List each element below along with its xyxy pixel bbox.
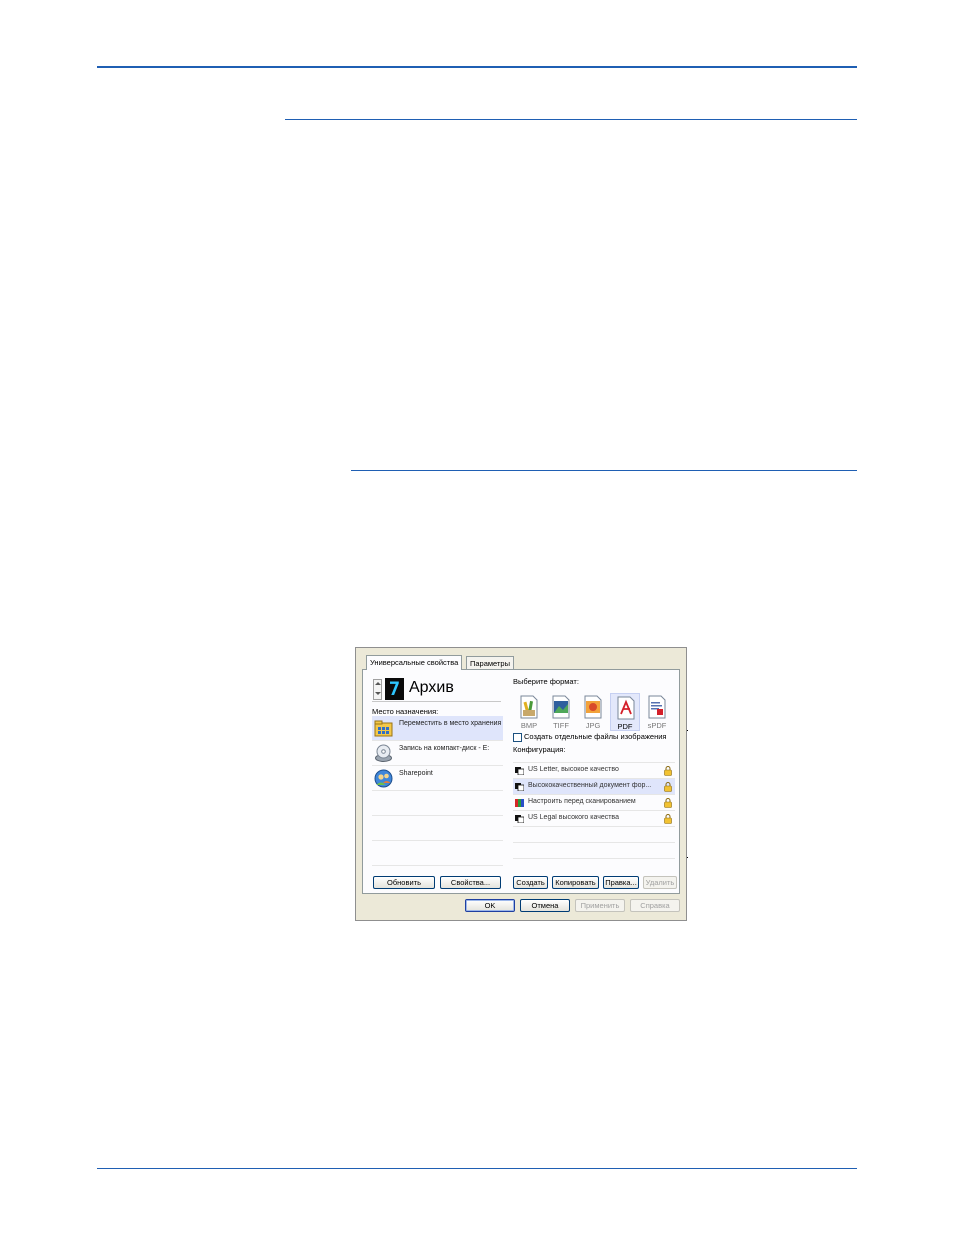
format-pdf-label: PDF [617,722,633,731]
format-tiff-label: TIFF [553,721,569,730]
destination-label: Место назначения: [372,707,439,716]
separate-files-label: Создать отдельные файлы изображения [524,732,667,741]
list-item-empty [372,841,503,866]
tiff-icon [552,695,570,719]
lock-icon [664,798,672,808]
format-label: Выберите формат: [513,677,579,686]
bw-config-icon [515,767,524,775]
list-item-move-to-storage[interactable]: Переместить в место хранения [372,716,503,741]
lock-icon [664,814,672,824]
bmp-icon [520,695,538,719]
spinner-down-icon[interactable] [375,692,381,695]
format-jpg[interactable]: JPG [578,693,608,731]
header-rule [97,66,857,68]
config-item-us-legal[interactable]: US Legal высокого качества [513,811,675,827]
section-rule-1 [285,119,857,120]
list-item-label: Переместить в место хранения [399,720,502,727]
list-item-label: Запись на компакт-диск - E: [399,745,490,752]
config-item-label: US Letter, высокое качество [528,766,619,773]
properties-button[interactable]: Свойства... [440,876,501,889]
color-config-icon [515,799,524,807]
config-item-label: US Legal высокого качества [528,814,619,821]
destination-title: Архив [409,679,454,696]
format-spdf-label: sPDF [647,721,667,730]
destination-list: Переместить в место хранения Запись на к… [372,716,503,868]
apply-button[interactable]: Применить [575,899,625,912]
spdf-icon [648,695,666,719]
separate-files-checkbox[interactable] [513,733,522,742]
pdf-icon [617,696,635,720]
format-tiff[interactable]: TIFF [546,693,576,731]
copy-button[interactable]: Копировать [552,876,599,889]
list-item-empty [372,791,503,816]
folder-storage-icon [374,720,393,737]
edit-button[interactable]: Правка... [603,876,639,889]
list-item-label: Sharepoint [399,770,433,777]
configuration-list: US Letter, высокое качество Высококачест… [513,762,675,869]
list-item-empty [372,816,503,841]
help-button[interactable]: Справка [630,899,680,912]
list-item-sharepoint[interactable]: Sharepoint [372,766,503,791]
footer-rule [97,1168,857,1169]
config-item-empty [513,827,675,843]
lock-icon [664,766,672,776]
delete-button[interactable]: Удалить [643,876,677,889]
config-item-high-quality-document[interactable]: Высококачественный документ фор... [513,779,675,795]
config-item-label: Настроить перед сканированием [528,798,636,805]
section-rule-2 [351,470,857,471]
format-pdf[interactable]: PDF [610,693,640,731]
lock-icon [664,782,672,792]
config-item-us-letter[interactable]: US Letter, высокое качество [513,763,675,779]
ok-button[interactable]: OK [465,899,515,912]
sharepoint-icon [374,769,393,788]
config-item-configure-before-scan[interactable]: Настроить перед сканированием [513,795,675,811]
config-item-label: Высококачественный документ фор... [528,782,652,789]
format-spdf[interactable]: sPDF [642,693,672,731]
tab-parameters[interactable]: Параметры [466,656,514,670]
destination-counter-display: 7 [385,678,404,700]
title-divider [372,701,501,702]
create-button[interactable]: Создать [513,876,548,889]
config-item-empty [513,843,675,859]
scanner-properties-dialog: Универсальные свойства Параметры 7 Архив… [355,647,687,921]
jpg-icon [584,695,602,719]
cd-burn-icon [375,744,392,762]
configuration-label: Конфигурация: [513,745,566,754]
tab-universal-properties[interactable]: Универсальные свойства [366,655,463,670]
list-item-burn-cd[interactable]: Запись на компакт-диск - E: [372,741,503,766]
destination-spinner[interactable] [373,679,382,700]
refresh-button[interactable]: Обновить [373,876,435,889]
format-jpg-label: JPG [585,721,601,730]
format-bmp-label: BMP [520,721,538,730]
format-bmp[interactable]: BMP [514,693,544,731]
bw-config-icon [515,815,524,823]
cancel-button[interactable]: Отмена [520,899,570,912]
bw-config-icon [515,783,524,791]
spinner-up-icon[interactable] [375,682,381,685]
